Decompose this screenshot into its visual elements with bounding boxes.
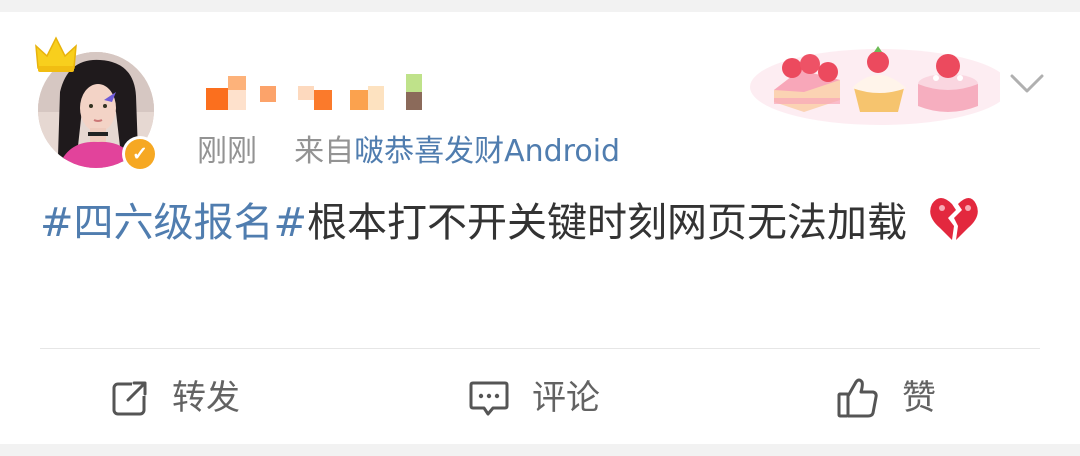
post-source-link[interactable]: 啵恭喜发财Android: [354, 134, 620, 169]
comment-icon: [469, 381, 509, 416]
crown-icon: [35, 36, 77, 72]
chevron-down-icon[interactable]: [1008, 70, 1046, 98]
verified-v-icon: ✓: [125, 139, 155, 169]
post-content: #四六级报名#根本打不开关键时刻网页无法加载: [40, 194, 1040, 252]
broken-heart-icon: [929, 198, 978, 240]
post-meta: 刚刚 来自啵恭喜发财Android: [197, 130, 620, 174]
cake-decoration-icon: [750, 46, 1000, 125]
verified-badge: ✓: [122, 136, 158, 172]
post-time: 刚刚: [197, 134, 257, 169]
comment-button[interactable]: 评论: [468, 368, 600, 428]
weibo-post-card: ✓ 刚刚 来自啵恭喜发财Android #四六级报名#根本打不开关键时刻网页无法…: [0, 12, 1080, 444]
post-text: 根本打不开关键时刻网页无法加载: [307, 200, 908, 246]
like-label: 赞: [902, 378, 936, 418]
repost-button[interactable]: 转发: [110, 368, 240, 428]
source-prefix: 来自: [294, 134, 355, 169]
like-button[interactable]: 赞: [836, 368, 936, 428]
divider: [40, 348, 1040, 349]
thumbs-up-icon: [837, 378, 878, 418]
repost-label: 转发: [172, 378, 240, 418]
repost-icon: [112, 380, 148, 416]
username-obscured[interactable]: [200, 74, 430, 126]
comment-label: 评论: [532, 378, 600, 418]
avatar-container[interactable]: ✓: [35, 36, 158, 172]
hashtag-link[interactable]: #四六级报名#: [40, 200, 307, 246]
